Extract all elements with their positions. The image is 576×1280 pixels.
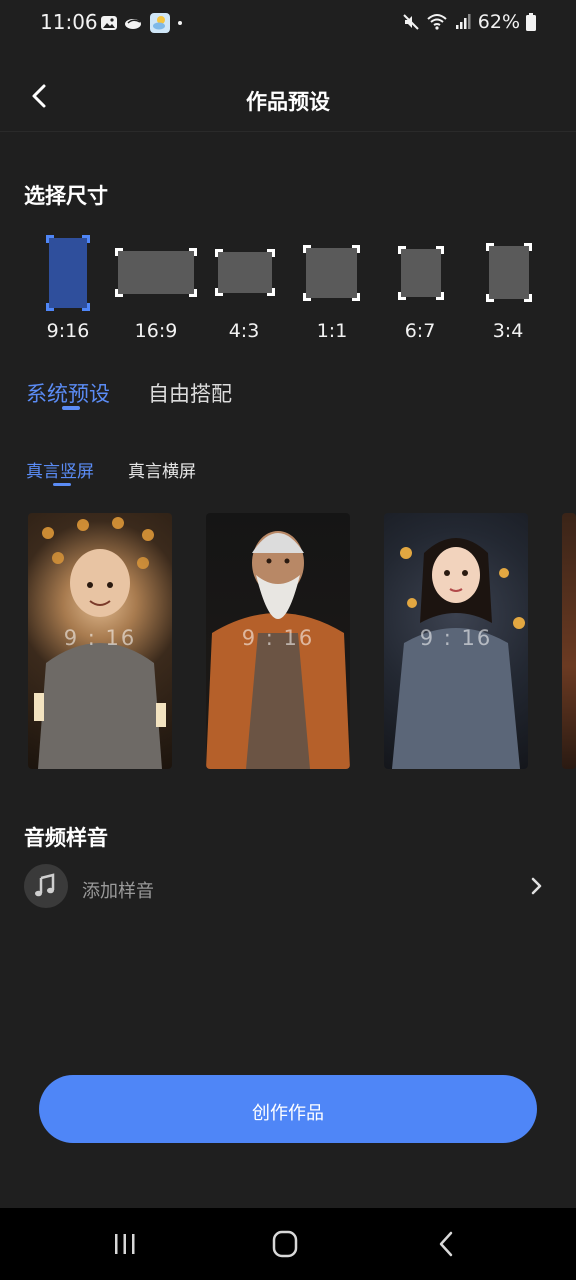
size-label: 3:4 — [492, 320, 524, 342]
system-nav-bar — [0, 1208, 576, 1280]
battery-icon — [526, 13, 536, 31]
weather-icon — [150, 13, 170, 33]
subtab-vertical[interactable]: 真言竖屏 — [26, 457, 94, 482]
status-notification-icons — [100, 13, 188, 33]
size-option-6-7[interactable]: 6:7 — [376, 226, 464, 350]
recent-apps-icon — [115, 1234, 118, 1254]
recent-apps-button[interactable] — [108, 1228, 142, 1260]
cloud-icon — [125, 19, 141, 29]
preset-card-elder-sage[interactable]: 9 : 16 — [206, 513, 350, 769]
preset-card-girl-hanfu[interactable]: 9 : 16 — [384, 513, 528, 769]
size-frame-16-9 — [115, 248, 197, 297]
signal-icon — [455, 14, 471, 29]
dot-icon — [178, 21, 182, 25]
size-label: 9:16 — [46, 320, 90, 342]
subtab-active-indicator — [53, 483, 71, 486]
audio-section-title: 音频样音 — [24, 826, 108, 850]
music-note-icon — [35, 873, 55, 897]
size-option-9-16[interactable]: 9:16 — [24, 226, 112, 350]
preset-card-child-monk[interactable]: 9 : 16 — [28, 513, 172, 769]
size-frame-3-4 — [486, 243, 532, 302]
mute-icon — [403, 14, 419, 30]
preset-card-partial[interactable] — [562, 513, 576, 769]
size-label: 6:7 — [404, 320, 436, 342]
size-option-4-3[interactable]: 4:3 — [200, 226, 288, 350]
app-header: 作品预设 — [0, 60, 576, 132]
home-icon — [272, 1230, 298, 1258]
size-label: 4:3 — [228, 320, 260, 342]
status-bar: 11:06 62% — [0, 0, 576, 48]
size-frame-9-16 — [46, 235, 90, 311]
create-work-label: 创作作品 — [252, 1103, 324, 1124]
size-label: 16:9 — [134, 320, 178, 342]
add-audio-label: 添加样音 — [82, 881, 154, 902]
system-back-button[interactable] — [430, 1228, 464, 1260]
page-title: 作品预设 — [246, 90, 330, 114]
card-ratio-label: 9 : 16 — [63, 626, 137, 650]
battery-text: 62% — [477, 11, 520, 33]
music-note-icon-container — [24, 864, 68, 908]
size-frame-1-1 — [303, 245, 360, 301]
subtab-horizontal[interactable]: 真言横屏 — [128, 457, 196, 482]
chevron-right-icon — [531, 877, 542, 895]
size-frame-6-7 — [398, 246, 444, 300]
tab-free-match[interactable]: 自由搭配 — [148, 378, 232, 408]
home-button[interactable] — [268, 1228, 302, 1260]
size-frame-4-3 — [215, 249, 275, 296]
tab-active-indicator — [62, 406, 80, 410]
back-icon — [439, 1231, 453, 1257]
create-work-button[interactable]: 创作作品 — [39, 1075, 537, 1143]
wifi-icon — [427, 14, 447, 30]
gallery-icon — [101, 16, 117, 30]
size-option-3-4[interactable]: 3:4 — [464, 226, 552, 350]
size-section-title: 选择尺寸 — [24, 184, 108, 208]
size-option-1-1[interactable]: 1:1 — [288, 226, 376, 350]
card-ratio-label: 9 : 16 — [241, 626, 315, 650]
status-time: 11:06 — [40, 10, 98, 34]
status-system-icons: 62% — [402, 11, 536, 33]
size-option-16-9[interactable]: 16:9 — [112, 226, 200, 350]
add-audio-sample-row[interactable]: 添加样音 — [24, 864, 552, 910]
screen: 11:06 62% 作品预设 选择尺寸 9:16 16:9 4:3 1:1 6:… — [0, 0, 576, 1280]
tab-system-preset[interactable]: 系统预设 — [26, 378, 110, 408]
size-label: 1:1 — [316, 320, 348, 342]
card-ratio-label: 9 : 16 — [419, 626, 493, 650]
